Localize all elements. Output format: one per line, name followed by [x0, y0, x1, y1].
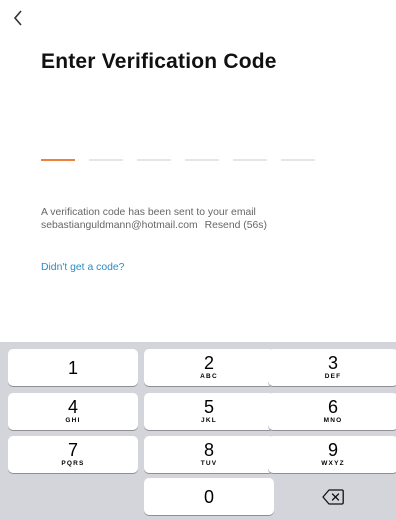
page-title: Enter Verification Code: [41, 50, 277, 73]
delete-key[interactable]: [268, 478, 396, 515]
key-7[interactable]: 7 PQRS: [8, 436, 138, 473]
key-letters: TUV: [200, 460, 218, 467]
key-digit: 1: [67, 357, 78, 378]
key-letters: WXYZ: [321, 460, 345, 467]
key-digit: 4: [67, 397, 78, 417]
key-digit: 7: [67, 440, 78, 460]
key-letters: JKL: [201, 417, 217, 424]
backspace-icon: [322, 488, 344, 505]
key-6[interactable]: 6 MNO: [268, 393, 396, 430]
key-digit: 5: [203, 397, 214, 417]
key-digit: 8: [203, 440, 214, 460]
key-digit: 0: [203, 486, 214, 507]
key-4[interactable]: 4 GHI: [8, 393, 138, 430]
empty-key: [8, 478, 138, 515]
code-digit-slot[interactable]: [185, 159, 219, 161]
chevron-left-icon: [13, 10, 23, 26]
key-0[interactable]: 0: [144, 478, 274, 515]
code-digit-slot[interactable]: [137, 159, 171, 161]
code-digit-slot[interactable]: [233, 159, 267, 161]
key-letters: DEF: [324, 373, 342, 380]
key-5[interactable]: 5 JKL: [144, 393, 274, 430]
key-letters: MNO: [323, 417, 343, 424]
code-digit-slot[interactable]: [89, 159, 123, 161]
key-digit: 3: [327, 353, 338, 373]
resend-countdown[interactable]: Resend (56s): [205, 220, 267, 231]
key-2[interactable]: 2 ABC: [144, 349, 274, 386]
back-button[interactable]: [7, 4, 29, 32]
key-1[interactable]: 1: [8, 349, 138, 386]
key-9[interactable]: 9 WXYZ: [268, 436, 396, 473]
key-digit: 2: [203, 353, 214, 373]
key-letters: ABC: [200, 373, 218, 380]
email-address: sebastianguldmann@hotmail.com: [41, 220, 198, 231]
key-digit: 6: [327, 397, 338, 417]
code-digit-slot[interactable]: [281, 159, 315, 161]
verification-info: A verification code has been sent to you…: [41, 206, 381, 232]
info-message: A verification code has been sent to you…: [41, 207, 256, 218]
code-digit-slot[interactable]: [41, 159, 75, 161]
key-3[interactable]: 3 DEF: [268, 349, 396, 386]
key-8[interactable]: 8 TUV: [144, 436, 274, 473]
key-digit: 9: [327, 440, 338, 460]
key-letters: GHI: [65, 417, 81, 424]
key-letters: PQRS: [61, 460, 85, 467]
code-input[interactable]: [41, 159, 315, 161]
info-email-line: sebastianguldmann@hotmail.com Resend (56…: [41, 219, 381, 232]
didnt-get-code-link[interactable]: Didn't get a code?: [41, 262, 124, 273]
numeric-keypad: 1 2 ABC 3 DEF 4 GHI 5 JKL 6 MNO 7 PQRS 8…: [0, 342, 396, 519]
